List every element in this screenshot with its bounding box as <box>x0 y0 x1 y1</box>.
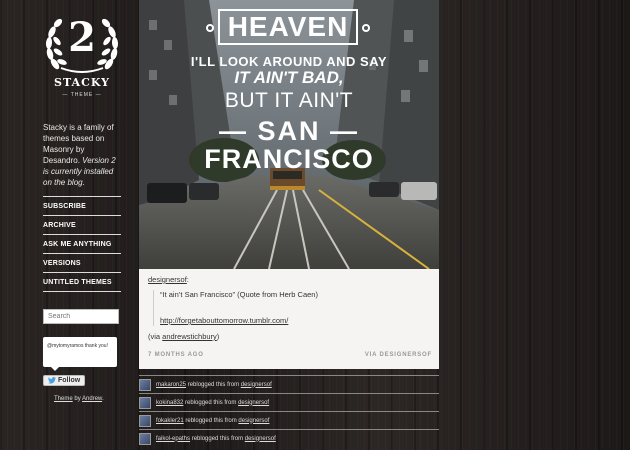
quote-text: “It ain’t San Francisco” (Quote from Her… <box>160 290 318 299</box>
twitter-follow-button[interactable]: Follow <box>43 375 86 386</box>
note-source-link[interactable]: designersof <box>238 400 269 406</box>
via-line: (via andrewstichbury) <box>148 332 433 341</box>
author-link[interactable]: Andrew <box>82 396 102 402</box>
image-line-1: I'LL LOOK AROUND AND SAY <box>190 54 388 69</box>
theme-credits: Theme by Andrew. <box>54 396 104 402</box>
avatar[interactable] <box>139 396 151 409</box>
image-text-overlay: HEAVEN I'LL LOOK AROUND AND SAY IT AIN'T… <box>139 0 439 269</box>
note-source-link[interactable]: designersof <box>245 436 276 442</box>
avatar[interactable] <box>139 414 151 427</box>
blog-description: Stacky is a family of themes based on Ma… <box>43 122 121 188</box>
sidebar: 2 STACKY — THEME — Stacky is a family of… <box>43 12 121 389</box>
right-circle-icon <box>362 24 370 32</box>
note-item: fokakler21 reblogged this from designers… <box>139 411 439 429</box>
logo-name: STACKY <box>54 76 110 89</box>
note-action: reblogged this from <box>185 417 237 424</box>
note-user-link[interactable]: kokina832 <box>156 400 183 406</box>
stacky-logo[interactable]: 2 STACKY — THEME — <box>43 12 121 112</box>
left-circle-icon <box>206 24 214 32</box>
nav-untitled-themes[interactable]: UNTITLED THEMES <box>43 273 121 292</box>
image-heading: HEAVEN <box>218 9 358 45</box>
post-timestamp[interactable]: 7 MONTHS AGO <box>148 352 204 358</box>
note-action: reblogged this from <box>187 381 240 388</box>
note-user-link[interactable]: faikol-epaths <box>156 436 190 442</box>
notes-list: makaron25 reblogged this from designerso… <box>139 375 439 447</box>
tweet-text: @mytomyramos thank you! <box>47 343 108 349</box>
via-suffix: ) <box>216 332 220 341</box>
note-source-link[interactable]: designersof <box>238 418 269 424</box>
note-user-link[interactable]: fokakler21 <box>156 418 184 424</box>
logo-number: 2 <box>68 14 96 61</box>
note-action: reblogged this from <box>191 435 244 442</box>
author-colon: : <box>186 275 189 284</box>
post-card: HEAVEN I'LL LOOK AROUND AND SAY IT AIN'T… <box>139 0 439 369</box>
avatar[interactable] <box>139 378 151 391</box>
image-line-2: IT AIN'T BAD, <box>234 68 344 87</box>
post-author-link[interactable]: designersof <box>148 275 187 284</box>
nav-subscribe[interactable]: SUBSCRIBE <box>43 197 121 216</box>
note-source-link[interactable]: designersof <box>241 382 272 388</box>
latest-tweet: @mytomyramos thank you! <box>43 337 117 371</box>
via-user-link[interactable]: andrewstichbury <box>162 332 217 341</box>
note-item: makaron25 reblogged this from designerso… <box>139 375 439 393</box>
sidebar-nav: SUBSCRIBE ARCHIVE ASK ME ANYTHING VERSIO… <box>43 196 121 292</box>
source-link[interactable]: http://forgetabouttomorrow.tumblr.com/ <box>160 316 288 325</box>
follow-label: Follow <box>58 377 81 384</box>
theme-link[interactable]: Theme <box>54 396 73 402</box>
note-user-link[interactable]: makaron25 <box>156 382 186 388</box>
logo-subtitle: — THEME — <box>62 92 102 98</box>
quote-block: “It ain’t San Francisco” (Quote from Her… <box>153 290 433 326</box>
note-item: faikol-epaths reblogged this from design… <box>139 429 439 447</box>
nav-archive[interactable]: ARCHIVE <box>43 216 121 235</box>
post-caption: designersof: “It ain’t San Francisco” (Q… <box>148 275 433 341</box>
avatar[interactable] <box>139 432 151 445</box>
post-meta: 7 MONTHS AGO VIA DESIGNERSOF <box>148 352 432 358</box>
image-line-5: FRANCISCO <box>204 144 374 174</box>
via-prefix: (via <box>148 332 163 341</box>
nav-versions[interactable]: VERSIONS <box>43 254 121 273</box>
post-via-label[interactable]: VIA DESIGNERSOF <box>365 352 432 358</box>
note-item: kokina832 reblogged this from designerso… <box>139 393 439 411</box>
nav-ask-me-anything[interactable]: ASK ME ANYTHING <box>43 235 121 254</box>
credits-by: by <box>74 396 81 402</box>
image-line-4: — SAN — <box>218 116 359 146</box>
image-line-3: BUT IT AIN'T <box>224 89 354 112</box>
note-action: reblogged this from <box>185 399 237 406</box>
twitter-bird-icon <box>48 377 56 384</box>
post-photo[interactable]: HEAVEN I'LL LOOK AROUND AND SAY IT AIN'T… <box>139 0 439 269</box>
search-input[interactable] <box>43 309 119 324</box>
